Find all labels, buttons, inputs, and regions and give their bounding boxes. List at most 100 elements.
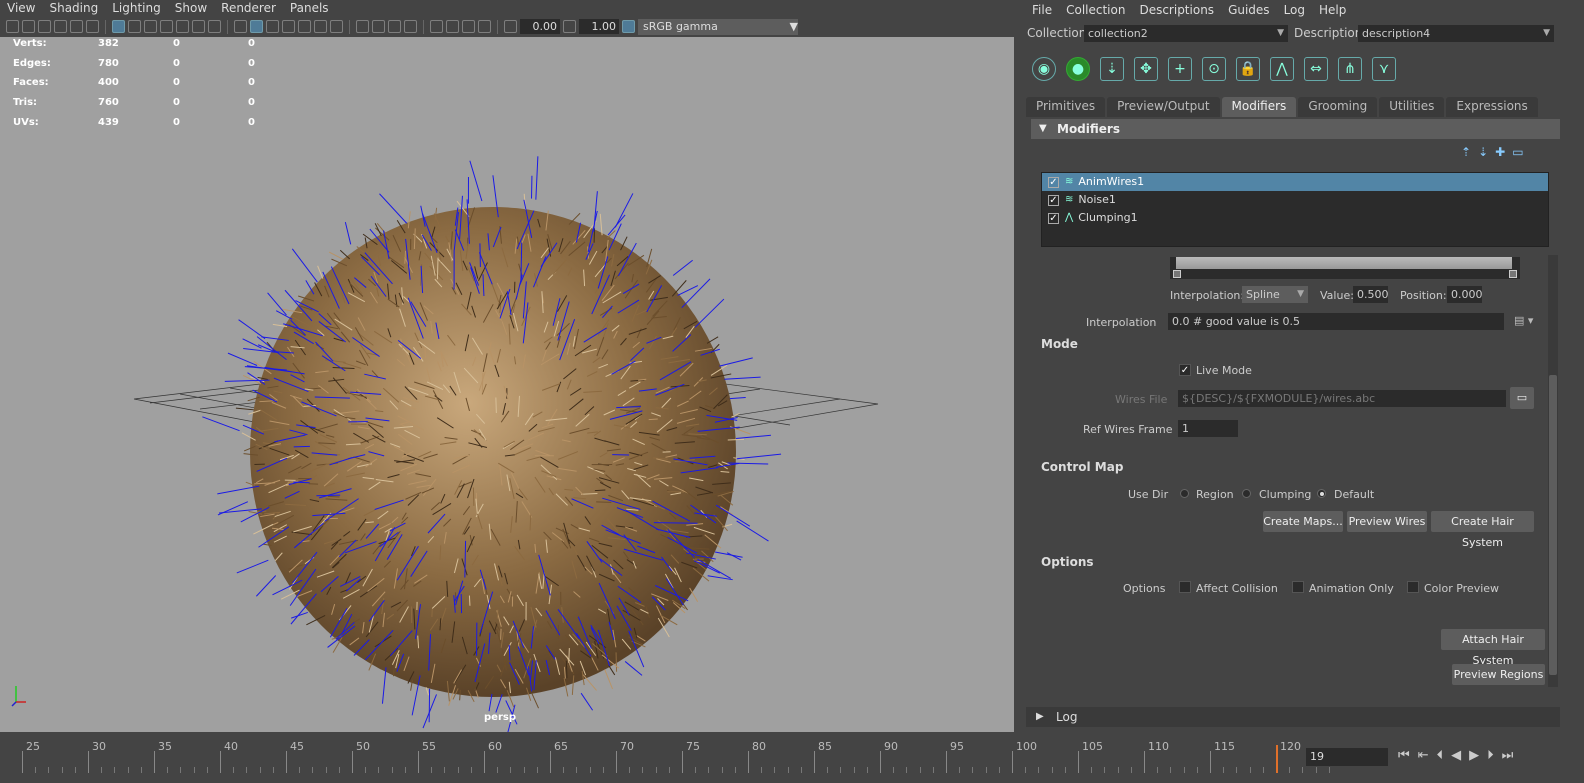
play-backward-icon[interactable]: ◀	[1451, 748, 1461, 763]
ramp-key-handle[interactable]	[1509, 270, 1517, 278]
step-back-frame-icon[interactable]: ⏴	[1437, 748, 1444, 763]
move-down-icon[interactable]: ⇣	[1478, 145, 1488, 159]
color-management-toggle-icon[interactable]	[622, 20, 635, 33]
tab-expressions[interactable]: Expressions	[1446, 97, 1538, 117]
anti-aliasing-icon[interactable]	[388, 20, 401, 33]
flatten-guides-icon[interactable]: ⋎	[1372, 57, 1396, 81]
step-forward-frame-icon[interactable]: ⏵	[1487, 748, 1494, 763]
menu-show[interactable]: Show	[168, 0, 214, 16]
add-modifier-icon[interactable]: ✚	[1495, 145, 1505, 159]
guide-select-tool-icon[interactable]: ⋔	[1338, 57, 1362, 81]
add-guide-icon[interactable]: ⇣	[1100, 57, 1124, 81]
ramp-widget[interactable]	[1170, 257, 1520, 279]
move-guide-icon[interactable]: ✥	[1134, 57, 1158, 81]
enabled-checkbox[interactable]: ✓	[1048, 194, 1059, 206]
live-mode-checkbox[interactable]: ✓	[1179, 364, 1191, 376]
description-dropdown[interactable]: description4 ▼	[1358, 25, 1554, 42]
go-to-end-icon[interactable]: ⏭	[1502, 748, 1514, 763]
ramp-value-field[interactable]: 0.500	[1353, 286, 1389, 303]
bookmark-icon[interactable]	[38, 20, 51, 33]
exposure-field[interactable]: 0.00	[520, 19, 560, 34]
lights-icon[interactable]	[314, 20, 327, 33]
menu-lighting[interactable]: Lighting	[105, 0, 168, 16]
use-dir-region-radio[interactable]	[1180, 489, 1189, 498]
tab-modifiers[interactable]: Modifiers	[1221, 97, 1297, 117]
textured-icon[interactable]	[298, 20, 311, 33]
list-item[interactable]: ✓ ≋ Noise1	[1042, 191, 1548, 209]
menu-panels[interactable]: Panels	[283, 0, 336, 16]
wireframe-icon[interactable]	[234, 20, 247, 33]
menu-renderer[interactable]: Renderer	[214, 0, 283, 16]
gate-mask-icon[interactable]	[160, 20, 173, 33]
animation-only-checkbox[interactable]	[1292, 581, 1304, 593]
shadows-icon[interactable]	[330, 20, 343, 33]
affect-collision-checkbox[interactable]	[1179, 581, 1191, 593]
xray-joints-icon[interactable]	[462, 20, 475, 33]
motion-blur-icon[interactable]	[372, 20, 385, 33]
create-hair-system-button[interactable]: Create Hair System	[1431, 511, 1534, 549]
go-to-start-icon[interactable]: ⏮	[1398, 748, 1410, 763]
wires-file-field[interactable]: ${DESC}/${FXMODULE}/wires.abc	[1178, 390, 1506, 407]
gamma-icon[interactable]	[563, 20, 576, 33]
viewport-3d[interactable]	[0, 37, 1014, 747]
grease-pencil-icon[interactable]	[70, 20, 83, 33]
menu-collection[interactable]: Collection	[1059, 0, 1132, 20]
use-dir-clumping-radio[interactable]	[1242, 489, 1251, 498]
ref-wires-frame-field[interactable]: 1	[1178, 420, 1238, 437]
exposure-icon[interactable]	[504, 20, 517, 33]
list-item[interactable]: ✓ ⋀ Clumping1	[1042, 209, 1548, 227]
safe-action-icon[interactable]	[192, 20, 205, 33]
step-back-key-icon[interactable]: ⇤	[1418, 748, 1429, 763]
enabled-checkbox[interactable]: ✓	[1048, 212, 1059, 224]
field-chart-icon[interactable]	[176, 20, 189, 33]
sculpt-guides-icon[interactable]: ⇔	[1304, 57, 1328, 81]
use-dir-default-radio[interactable]	[1317, 489, 1326, 498]
smooth-shade-icon[interactable]	[250, 20, 263, 33]
depth-of-field-icon[interactable]	[404, 20, 417, 33]
camera-attributes-icon[interactable]	[22, 20, 35, 33]
browse-folder-button[interactable]: ▭	[1510, 387, 1534, 409]
current-frame-marker[interactable]	[1276, 745, 1278, 773]
menu-file[interactable]: File	[1025, 0, 1059, 20]
log-section-header[interactable]: ▶ Log	[1026, 707, 1560, 727]
menu-help[interactable]: Help	[1312, 0, 1353, 20]
resolution-gate-icon[interactable]	[144, 20, 157, 33]
two-d-pan-icon[interactable]	[86, 20, 99, 33]
menu-view[interactable]: View	[0, 0, 42, 16]
interpolation-expression-field[interactable]: 0.0 # good value is 0.5	[1168, 313, 1504, 330]
film-gate-icon[interactable]	[128, 20, 141, 33]
isolate-select-icon[interactable]	[430, 20, 443, 33]
safe-title-icon[interactable]	[208, 20, 221, 33]
show-guides-icon[interactable]: ⊙	[1202, 57, 1226, 81]
move-up-icon[interactable]: ⇡	[1461, 145, 1471, 159]
collection-dropdown[interactable]: collection2 ▼	[1084, 25, 1288, 42]
lock-guides-icon[interactable]: 🔒	[1236, 57, 1260, 81]
tab-preview-output[interactable]: Preview/Output	[1107, 97, 1220, 117]
menu-guides[interactable]: Guides	[1221, 0, 1277, 20]
ambient-occlusion-icon[interactable]	[356, 20, 369, 33]
select-guides-icon[interactable]: ⋀	[1270, 57, 1294, 81]
grid-icon[interactable]	[112, 20, 125, 33]
menu-shading[interactable]: Shading	[42, 0, 105, 16]
xray-components-icon[interactable]	[478, 20, 491, 33]
xray-icon[interactable]	[446, 20, 459, 33]
image-plane-icon[interactable]	[54, 20, 67, 33]
preview-regions-button[interactable]: Preview Regions	[1452, 664, 1545, 685]
clear-preview-icon[interactable]: ●	[1066, 57, 1090, 81]
tab-utilities[interactable]: Utilities	[1379, 97, 1445, 117]
list-item[interactable]: ✓ ≋ AnimWires1	[1042, 173, 1548, 191]
enabled-checkbox[interactable]: ✓	[1048, 176, 1059, 188]
gamma-field[interactable]: 1.00	[579, 19, 619, 34]
play-forward-icon[interactable]: ▶	[1469, 748, 1479, 763]
tab-grooming[interactable]: Grooming	[1298, 97, 1378, 117]
expression-editor-icon[interactable]: ▤ ▾	[1514, 314, 1533, 327]
menu-descriptions[interactable]: Descriptions	[1132, 0, 1221, 20]
folder-icon[interactable]: ▭	[1512, 145, 1523, 159]
camera-select-icon[interactable]	[6, 20, 19, 33]
menu-log[interactable]: Log	[1277, 0, 1312, 20]
attach-hair-system-button[interactable]: Attach Hair System	[1441, 629, 1545, 667]
color-preview-checkbox[interactable]	[1407, 581, 1419, 593]
ramp-interp-dropdown[interactable]: Spline ▼	[1242, 286, 1308, 303]
preview-wires-button[interactable]: Preview Wires	[1347, 511, 1427, 532]
ramp-position-field[interactable]: 0.000	[1447, 286, 1483, 303]
